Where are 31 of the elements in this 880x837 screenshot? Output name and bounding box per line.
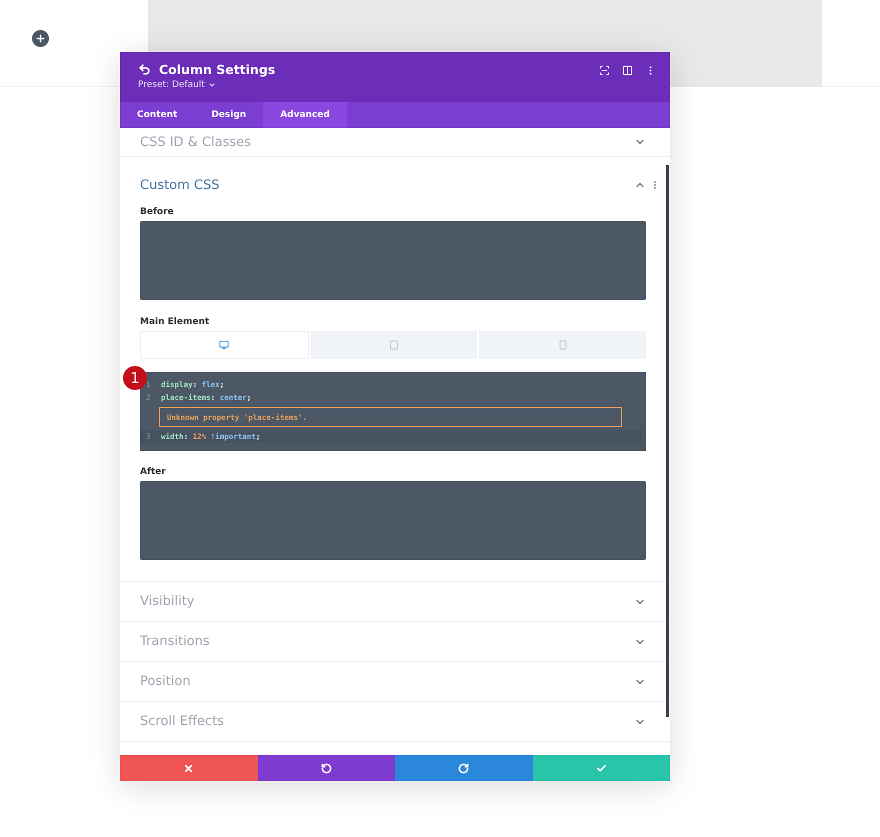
caret-icon — [208, 80, 216, 89]
section-title[interactable]: Visibility — [140, 594, 194, 609]
settings-tab[interactable]: Design — [194, 102, 264, 128]
scrollbar[interactable] — [666, 165, 669, 717]
preset-dropdown[interactable]: Preset: Default — [138, 80, 276, 90]
field-label: Main Element — [140, 317, 210, 327]
add-button[interactable] — [32, 30, 49, 47]
check-icon — [596, 762, 607, 774]
modal-title: Column Settings — [159, 62, 276, 77]
desktop-icon — [219, 340, 230, 350]
back-arrow-icon — [138, 63, 151, 76]
undo-icon — [320, 762, 332, 774]
redo-icon — [458, 762, 470, 774]
section-title[interactable]: Position — [140, 674, 191, 689]
css-input-field[interactable] — [140, 481, 646, 560]
cancel-icon — [183, 762, 194, 774]
focus-icon[interactable] — [599, 65, 610, 76]
step-badge: 1 — [123, 366, 147, 390]
plus-icon — [35, 33, 46, 44]
phone-icon — [558, 340, 568, 350]
section-title[interactable]: Custom CSS — [140, 178, 220, 192]
settings-tab[interactable]: Advanced — [263, 102, 347, 128]
field-label: Before — [140, 207, 175, 217]
section-title[interactable]: CSS ID & Classes — [140, 134, 251, 150]
section-title[interactable]: Transitions — [140, 634, 210, 649]
section-title[interactable]: Scroll Effects — [140, 714, 224, 729]
settings-tab[interactable]: Content — [120, 102, 194, 128]
field-label: After — [140, 467, 167, 477]
css-input-field[interactable] — [140, 221, 646, 300]
tablet-icon — [389, 340, 399, 350]
split-view-icon[interactable] — [622, 65, 633, 76]
